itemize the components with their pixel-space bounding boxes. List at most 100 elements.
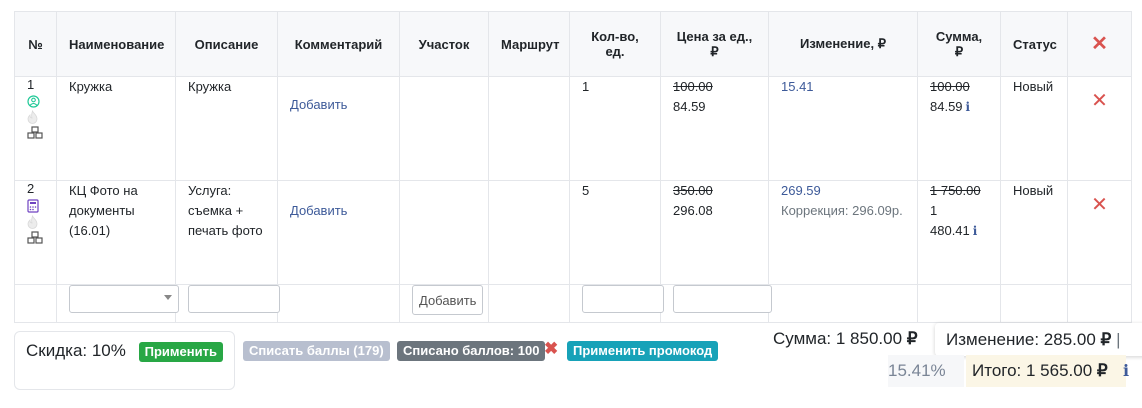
new-item-delete-cell — [1067, 284, 1132, 323]
section-cell — [399, 76, 489, 181]
change-cell: 269.59 Коррекция: 296.09р. — [768, 180, 918, 285]
price-cell: 350.00 296.08 — [660, 180, 769, 285]
item-name: Кружка — [56, 76, 176, 181]
table-row: 2 КЦ Фото на документы (16.01) Услуга: с… — [14, 180, 1132, 285]
new-item-row: Добавить — [14, 284, 1132, 323]
price-old: 350.00 — [673, 183, 713, 198]
header-description: Описание — [175, 11, 278, 77]
info-icon[interactable]: i — [973, 224, 978, 238]
change-value[interactable]: 269.59 — [781, 181, 905, 201]
status-cell: Новый — [1000, 76, 1068, 181]
item-qty: 1 — [569, 76, 661, 181]
sum-new: 1 480.41 — [930, 203, 970, 238]
delete-row-icon[interactable]: ✕ — [1080, 195, 1119, 215]
change-note: Коррекция: 296.09р. — [781, 203, 903, 218]
new-item-price-cell — [660, 284, 772, 323]
status-cell: Новый — [1000, 180, 1068, 285]
price-new: 296.08 — [673, 203, 713, 218]
cancel-write-off-icon[interactable]: ✖ — [544, 339, 558, 359]
header-change: Изменение, ₽ — [768, 11, 918, 77]
route-cell — [488, 76, 570, 181]
header-route: Маршрут — [488, 11, 570, 77]
new-item-route-cell — [488, 284, 570, 323]
header-comment: Комментарий — [277, 11, 400, 77]
delete-cell: ✕ — [1067, 76, 1132, 181]
new-item-qty-cell — [569, 284, 664, 323]
delete-row-icon[interactable]: ✕ — [1080, 91, 1119, 111]
header-num: № — [14, 11, 57, 77]
sum-new-wrap: 84.59 i — [930, 97, 988, 117]
new-item-change-cell — [768, 284, 918, 323]
apply-discount-button[interactable]: Применить — [138, 341, 223, 362]
change-total: Изменение: 285.00 ₽ | — [935, 323, 1142, 356]
row-num-cell: 1 — [14, 76, 57, 181]
separator: | — [1116, 330, 1121, 349]
new-item-section-cell: Добавить — [399, 284, 489, 323]
ruble-sign: ₽ — [1100, 330, 1112, 349]
route-cell — [488, 180, 570, 285]
sum-total-label: Сумма: 1 850.00 — [773, 329, 903, 348]
new-item-comment-cell — [277, 284, 400, 323]
header-qty: Кол-во, ед. — [569, 11, 661, 77]
price-new: 84.59 — [673, 99, 706, 114]
flame-icon — [27, 215, 38, 229]
new-item-sum-cell — [917, 284, 1001, 323]
delete-cell: ✕ — [1067, 180, 1132, 285]
apply-promo-button[interactable]: Применить промокод — [567, 341, 719, 361]
row-number: 1 — [27, 77, 35, 92]
delete-all-cell: ✕ — [1067, 11, 1132, 77]
grand-total-label: Итого: 1 565.00 — [972, 361, 1093, 380]
change-value[interactable]: 15.41 — [781, 77, 905, 97]
delete-all-icon[interactable]: ✕ — [1080, 34, 1119, 54]
row-num-cell: 2 — [14, 180, 57, 285]
header-name: Наименование — [56, 11, 176, 77]
calculator-icon[interactable] — [27, 199, 39, 213]
add-comment-link[interactable]: Добавить — [290, 203, 347, 218]
new-item-select[interactable] — [69, 285, 179, 313]
price-cell: 100.00 84.59 — [660, 76, 769, 181]
new-item-qty-input[interactable] — [582, 285, 664, 313]
new-item-description-input[interactable] — [188, 285, 280, 313]
info-icon[interactable]: i — [966, 100, 971, 114]
comment-cell: Добавить — [277, 76, 400, 181]
comment-cell: Добавить — [277, 180, 400, 285]
header-unit-price: Цена за ед., ₽ — [660, 11, 769, 77]
sum-old: 1 750.00 — [930, 183, 981, 198]
row-number: 2 — [27, 181, 35, 196]
sum-new-wrap: 1 480.41 i — [930, 201, 988, 241]
item-description: Кружка — [175, 76, 278, 181]
total-info-icon[interactable]: i — [1123, 361, 1129, 380]
header-status: Статус — [1000, 11, 1068, 77]
chevron-down-icon — [164, 295, 172, 300]
table-header-row: № Наименование Описание Комментарий Учас… — [14, 11, 1132, 77]
add-comment-link[interactable]: Добавить — [290, 97, 347, 112]
item-qty: 5 — [569, 180, 661, 285]
new-item-status-cell — [1000, 284, 1068, 323]
boxes-icon[interactable] — [27, 231, 43, 245]
order-items-table: № Наименование Описание Комментарий Учас… — [14, 11, 1132, 323]
written-off-points-badge: Списано баллов: 100 — [397, 341, 546, 361]
change-cell: 15.41 — [768, 76, 918, 181]
user-circle-icon[interactable] — [27, 95, 40, 108]
change-percent: 15.41% — [888, 355, 964, 387]
discount-label: Скидка: 10% — [26, 341, 126, 360]
new-item-description-cell — [175, 284, 280, 323]
ruble-sign: ₽ — [1096, 361, 1108, 380]
ruble-sign: ₽ — [906, 329, 918, 348]
write-off-points-button[interactable]: Списать баллы (179) — [243, 341, 390, 361]
change-total-label: Изменение: 285.00 — [946, 330, 1096, 349]
new-item-name-cell — [56, 284, 179, 323]
item-description: Услуга: съемка + печать фото — [175, 180, 278, 285]
sum-cell: 100.00 84.59 i — [917, 76, 1001, 181]
header-sum: Сумма, ₽ — [917, 11, 1001, 77]
new-item-price-input[interactable] — [673, 285, 772, 313]
item-name: КЦ Фото на документы (16.01) — [56, 180, 176, 285]
add-section-button[interactable]: Добавить — [412, 285, 484, 315]
price-old: 100.00 — [673, 79, 713, 94]
table-row: 1 Кружка Кружка Добавить 1 100.00 84.59 … — [14, 76, 1132, 181]
sum-old: 100.00 — [930, 79, 970, 94]
sum-total: Сумма: 1 850.00 ₽ — [773, 329, 918, 349]
boxes-icon[interactable] — [27, 126, 43, 140]
flame-icon — [27, 110, 38, 124]
sum-new: 84.59 — [930, 99, 963, 114]
